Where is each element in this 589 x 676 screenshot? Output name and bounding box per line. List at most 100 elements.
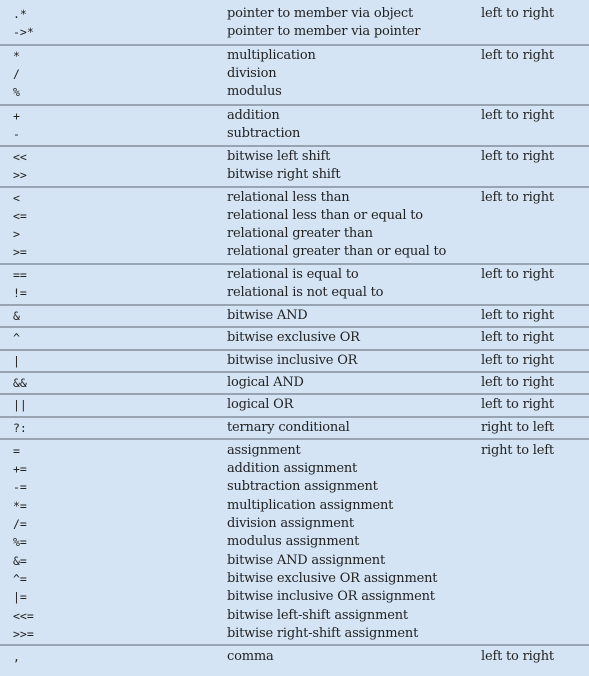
operator-symbol: ^=	[13, 572, 27, 586]
operator-symbol: ||	[13, 398, 27, 412]
operator-description: bitwise left shift	[227, 149, 331, 164]
table-row: <= relational less than or equal to	[0, 207, 589, 225]
operator-symbol: |	[13, 354, 20, 368]
operator-group: < relational less than left to right <= …	[0, 186, 589, 263]
table-row: > relational greater than	[0, 225, 589, 243]
operator-group: || logical OR left to right	[0, 393, 589, 416]
table-row: >= relational greater than or equal to	[0, 243, 589, 261]
operator-precedence-table: .* pointer to member via object left to …	[0, 0, 589, 676]
operator-symbol: >>	[13, 168, 27, 182]
table-row: && logical AND left to right	[0, 374, 589, 392]
operator-symbol: >=	[13, 245, 27, 259]
operator-associativity: left to right	[481, 649, 554, 664]
operator-symbol: ==	[13, 268, 27, 282]
operator-symbol: +	[13, 109, 20, 123]
operator-symbol: <<	[13, 150, 27, 164]
table-row: /= division assignment	[0, 515, 589, 533]
table-row: = assignment right to left	[0, 442, 589, 460]
operator-associativity: right to left	[481, 420, 554, 435]
operator-description: logical OR	[227, 397, 294, 412]
operator-description: multiplication assignment	[227, 498, 394, 513]
operator-description: comma	[227, 649, 274, 664]
operator-symbol: !=	[13, 286, 27, 300]
operator-symbol: *	[13, 49, 20, 63]
operator-associativity: left to right	[481, 353, 554, 368]
operator-description: bitwise exclusive OR	[227, 330, 360, 345]
operator-symbol: *=	[13, 499, 27, 513]
operator-symbol: ,	[13, 650, 20, 664]
operator-symbol: <	[13, 191, 20, 205]
operator-description: bitwise AND	[227, 308, 308, 323]
operator-group: * multiplication left to right / divisio…	[0, 44, 589, 105]
table-row: < relational less than left to right	[0, 189, 589, 207]
operator-description: assignment	[227, 443, 301, 458]
table-row: *= multiplication assignment	[0, 497, 589, 515]
operator-description: logical AND	[227, 375, 304, 390]
operator-description: bitwise left-shift assignment	[227, 608, 408, 623]
operator-group: | bitwise inclusive OR left to right	[0, 349, 589, 371]
table-row: | bitwise inclusive OR left to right	[0, 352, 589, 370]
operator-symbol: -	[13, 127, 20, 141]
operator-description: division	[227, 66, 277, 81]
operator-description: pointer to member via object	[227, 6, 413, 21]
operator-symbol: ->*	[13, 25, 34, 39]
operator-group: << bitwise left shift left to right >> b…	[0, 145, 589, 186]
table-row: ?: ternary conditional right to left	[0, 419, 589, 437]
operator-group: , comma left to right	[0, 644, 589, 676]
table-row: << bitwise left shift left to right	[0, 148, 589, 166]
operator-description: modulus assignment	[227, 534, 360, 549]
operator-description: addition	[227, 108, 280, 123]
operator-symbol: =	[13, 444, 20, 458]
operator-symbol: >	[13, 227, 20, 241]
operator-symbol: |=	[13, 590, 27, 604]
operator-associativity: left to right	[481, 190, 554, 205]
operator-group: && logical AND left to right	[0, 371, 589, 393]
operator-associativity: left to right	[481, 108, 554, 123]
operator-description: relational greater than	[227, 226, 373, 241]
table-row: != relational is not equal to	[0, 284, 589, 302]
operator-description: modulus	[227, 84, 282, 99]
table-row: ^ bitwise exclusive OR left to right	[0, 329, 589, 347]
operator-description: addition assignment	[227, 461, 358, 476]
operator-description: subtraction assignment	[227, 479, 378, 494]
operator-symbol: .*	[13, 7, 27, 21]
operator-symbol: &	[13, 309, 20, 323]
operator-symbol: -=	[13, 480, 27, 494]
table-row: / division	[0, 65, 589, 83]
table-row: ->* pointer to member via pointer	[0, 23, 589, 41]
table-row: % modulus	[0, 83, 589, 101]
operator-symbol: ?:	[13, 421, 27, 435]
operator-description: ternary conditional	[227, 420, 350, 435]
operator-symbol: %=	[13, 535, 27, 549]
operator-description: bitwise inclusive OR assignment	[227, 589, 435, 604]
table-row: * multiplication left to right	[0, 47, 589, 65]
operator-associativity: left to right	[481, 6, 554, 21]
operator-associativity: left to right	[481, 308, 554, 323]
table-row: , comma left to right	[0, 648, 589, 666]
operator-associativity: left to right	[481, 149, 554, 164]
operator-group: == relational is equal to left to right …	[0, 263, 589, 304]
operator-group: ?: ternary conditional right to left	[0, 416, 589, 438]
operator-symbol: %	[13, 85, 20, 99]
operator-description: relational greater than or equal to	[227, 244, 447, 259]
operator-description: division assignment	[227, 516, 354, 531]
operator-associativity: right to left	[481, 443, 554, 458]
operator-symbol: ^	[13, 331, 20, 345]
table-row: >>= bitwise right-shift assignment	[0, 625, 589, 643]
operator-symbol: /	[13, 67, 20, 81]
table-row: .* pointer to member via object left to …	[0, 5, 589, 23]
operator-description: bitwise right shift	[227, 167, 341, 182]
operator-description: bitwise AND assignment	[227, 553, 385, 568]
operator-description: multiplication	[227, 48, 316, 63]
operator-description: bitwise inclusive OR	[227, 353, 358, 368]
table-row: || logical OR left to right	[0, 396, 589, 414]
operator-symbol: >>=	[13, 627, 34, 641]
operator-description: pointer to member via pointer	[227, 24, 421, 39]
table-row: += addition assignment	[0, 460, 589, 478]
operator-associativity: left to right	[481, 375, 554, 390]
operator-description: relational is equal to	[227, 267, 359, 282]
table-row: %= modulus assignment	[0, 533, 589, 551]
operator-description: subtraction	[227, 126, 301, 141]
table-row: &= bitwise AND assignment	[0, 552, 589, 570]
table-row: & bitwise AND left to right	[0, 307, 589, 325]
